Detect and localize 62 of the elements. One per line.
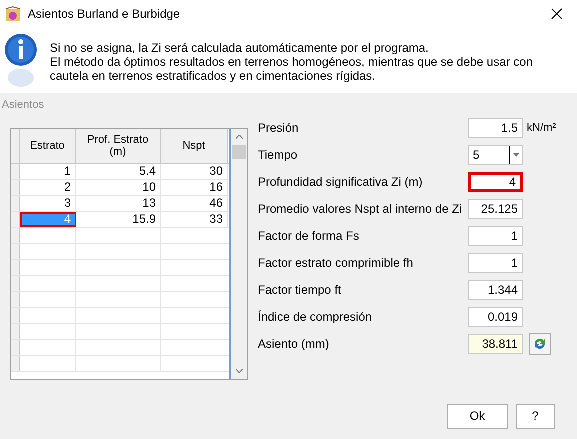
caret-icon xyxy=(512,153,520,157)
scrollbar[interactable] xyxy=(231,128,247,378)
field-label: Profundidad significativa Zi (m) xyxy=(258,174,424,191)
dialog-button[interactable]: ? xyxy=(516,404,555,428)
info-text: Si no se asigna, la Zi será calculada automáticamente por el programa. xyxy=(50,41,430,55)
row-header[interactable] xyxy=(11,340,20,354)
close-icon xyxy=(551,8,563,20)
row-header[interactable] xyxy=(11,164,20,178)
field-label: Factor de forma Fs xyxy=(258,228,360,245)
column-header[interactable]: Nspt xyxy=(161,128,228,162)
row-header[interactable] xyxy=(11,180,20,194)
window-title: Asientos Burland e Burbidge xyxy=(28,6,180,23)
row-header[interactable] xyxy=(11,212,20,226)
refresh-icon xyxy=(533,337,547,351)
row-header[interactable] xyxy=(11,308,20,322)
table-cell[interactable]: 30 xyxy=(161,164,228,178)
group-label: Asientos xyxy=(2,98,44,113)
table-cell[interactable]: 33 xyxy=(161,212,228,226)
row-header[interactable] xyxy=(11,244,20,258)
input-field[interactable]: 25.125 xyxy=(468,199,523,219)
row-header[interactable] xyxy=(11,356,20,370)
row-header[interactable] xyxy=(11,324,20,338)
refresh-button[interactable] xyxy=(529,333,551,355)
table-cell[interactable]: 2 xyxy=(20,180,76,194)
row-header[interactable] xyxy=(11,260,20,274)
table-cell[interactable]: 1 xyxy=(20,164,76,178)
app-icon xyxy=(5,6,21,22)
input-field[interactable]: 38.811 xyxy=(468,334,523,354)
table-cell[interactable]: 3 xyxy=(20,196,76,210)
row-header[interactable] xyxy=(11,276,20,290)
scroll-up-icon xyxy=(236,134,242,138)
table-cell[interactable]: 13 xyxy=(76,196,161,210)
time-dropdown[interactable]: 5 xyxy=(468,145,523,165)
field-label: Índice de compresión xyxy=(258,309,374,326)
unit-label: kN/m² xyxy=(527,120,556,136)
input-field[interactable]: 0.019 xyxy=(468,307,523,327)
column-header[interactable]: Estrato xyxy=(20,128,76,162)
field-label: Asiento (mm) xyxy=(258,336,330,353)
field-label: Tiempo xyxy=(258,147,299,164)
field-label: Factor tiempo ft xyxy=(258,282,342,299)
scroll-down-icon xyxy=(236,368,242,372)
input-field[interactable]: 1.344 xyxy=(468,280,523,300)
info-text: El método da óptimos resultados en terrenos homogéneos, mientras que se debe usar con cautela en terrenos estratificados y en cimentaciones rígidas. xyxy=(50,55,534,83)
scrollbar-thumb[interactable] xyxy=(232,144,246,158)
input-field[interactable]: 1.5 xyxy=(468,118,523,138)
field-label: Factor estrato comprimible fh xyxy=(258,255,414,272)
input-field[interactable]: 1 xyxy=(468,226,523,246)
row-header[interactable] xyxy=(11,228,20,242)
input-field[interactable]: 1 xyxy=(468,253,523,273)
input-field[interactable]: 4 xyxy=(468,172,523,192)
info-icon xyxy=(4,33,38,89)
table-cell[interactable]: 10 xyxy=(76,180,161,194)
field-label: Presión xyxy=(258,120,300,137)
dialog-button[interactable]: Ok xyxy=(447,404,508,428)
row-header[interactable] xyxy=(11,196,20,210)
table-cell[interactable]: 46 xyxy=(161,196,228,210)
field-label: Promedio valores Nspt al interno de Zi xyxy=(258,201,464,218)
table-cell[interactable]: 16 xyxy=(161,180,228,194)
row-header[interactable] xyxy=(11,292,20,306)
table-cell[interactable]: 15.9 xyxy=(76,212,161,226)
column-header[interactable]: Prof. Estrato (m) xyxy=(76,128,161,162)
table-cell[interactable]: 5.4 xyxy=(76,164,161,178)
